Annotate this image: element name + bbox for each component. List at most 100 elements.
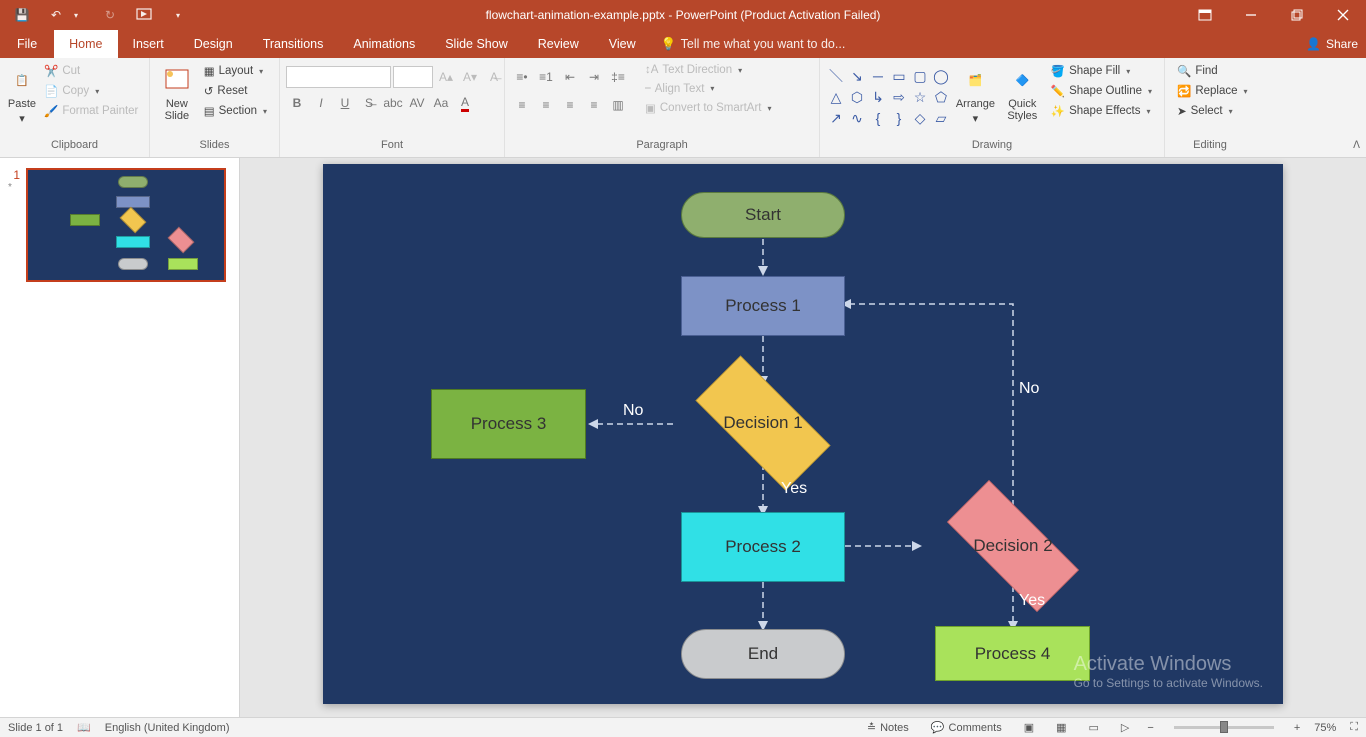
- save-icon[interactable]: 💾: [14, 7, 30, 23]
- flowchart-process-1[interactable]: Process 1: [681, 276, 845, 336]
- normal-view-icon[interactable]: ▣: [1020, 721, 1038, 734]
- arrange-button[interactable]: 🗂️ Arrange▾: [951, 60, 1000, 125]
- slide-canvas-area[interactable]: Start Process 1 Decision 1 Process 3 Pro…: [240, 158, 1366, 717]
- line-spacing-icon[interactable]: ‡≡: [607, 66, 629, 88]
- restore-button[interactable]: [1274, 0, 1320, 30]
- slide-sorter-view-icon[interactable]: ▦: [1052, 721, 1070, 734]
- qat-customize-icon[interactable]: ▾: [170, 7, 186, 23]
- reading-view-icon[interactable]: ▭: [1085, 721, 1103, 734]
- italic-icon[interactable]: I: [310, 92, 332, 114]
- align-text-button[interactable]: ⎯Align Text▾: [641, 80, 776, 97]
- flowchart-process-3[interactable]: Process 3: [431, 389, 586, 459]
- tab-slideshow[interactable]: Slide Show: [430, 30, 523, 58]
- undo-icon[interactable]: ↶: [48, 7, 64, 23]
- tab-home[interactable]: Home: [54, 30, 117, 58]
- zoom-slider[interactable]: [1174, 726, 1274, 729]
- group-label-font: Font: [286, 139, 498, 157]
- undo-more-icon[interactable]: ▾: [68, 7, 84, 23]
- tab-review[interactable]: Review: [523, 30, 594, 58]
- effects-icon: ✨: [1051, 104, 1065, 118]
- flowchart-start[interactable]: Start: [681, 192, 845, 238]
- zoom-slider-thumb[interactable]: [1220, 721, 1228, 733]
- slide[interactable]: Start Process 1 Decision 1 Process 3 Pro…: [323, 164, 1283, 704]
- align-right-icon[interactable]: ≡: [559, 94, 581, 116]
- share-button[interactable]: 👤 Share: [1306, 30, 1358, 58]
- grow-font-icon[interactable]: A▴: [435, 66, 457, 88]
- underline-icon[interactable]: U: [334, 92, 356, 114]
- find-button[interactable]: 🔍Find: [1173, 62, 1252, 80]
- watermark-line1: Activate Windows: [1074, 653, 1263, 676]
- tab-file[interactable]: File: [0, 30, 54, 58]
- process-1-label: Process 1: [725, 296, 801, 316]
- layout-button[interactable]: ▦Layout▾: [200, 62, 271, 80]
- font-name-combo[interactable]: [286, 66, 391, 88]
- thumbnail-item[interactable]: 1 *: [8, 168, 231, 282]
- flowchart-decision-1[interactable]: Decision 1: [673, 378, 853, 468]
- comments-button[interactable]: 💬Comments: [927, 721, 1006, 734]
- tab-design[interactable]: Design: [179, 30, 248, 58]
- fit-to-window-icon[interactable]: ⛶: [1350, 721, 1358, 734]
- flowchart-decision-2[interactable]: Decision 2: [923, 504, 1103, 588]
- notes-button[interactable]: ≛Notes: [863, 721, 913, 734]
- redo-icon[interactable]: ↻: [102, 7, 118, 23]
- bullets-icon[interactable]: ≡•: [511, 66, 533, 88]
- decrease-indent-icon[interactable]: ⇤: [559, 66, 581, 88]
- align-text-label: Align Text: [655, 83, 705, 95]
- shadow-icon[interactable]: abc: [382, 92, 404, 114]
- minimize-button[interactable]: [1228, 0, 1274, 30]
- close-button[interactable]: [1320, 0, 1366, 30]
- font-color-icon[interactable]: A: [454, 92, 476, 114]
- shape-outline-button[interactable]: ✏️Shape Outline▾: [1047, 82, 1156, 100]
- justify-icon[interactable]: ≡: [583, 94, 605, 116]
- change-case-icon[interactable]: Aa: [430, 92, 452, 114]
- select-button[interactable]: ➤Select▾: [1173, 102, 1252, 120]
- flowchart-end[interactable]: End: [681, 629, 845, 679]
- format-painter-button[interactable]: 🖌️Format Painter: [40, 102, 142, 120]
- quick-styles-button[interactable]: 🔷 Quick Styles: [1000, 60, 1045, 122]
- tab-view[interactable]: View: [594, 30, 651, 58]
- slide-indicator[interactable]: Slide 1 of 1: [8, 722, 63, 734]
- replace-button[interactable]: 🔁Replace▾: [1173, 82, 1252, 100]
- flowchart-process-2[interactable]: Process 2: [681, 512, 845, 582]
- spellcheck-icon[interactable]: 📖: [77, 721, 91, 734]
- font-size-combo[interactable]: [393, 66, 433, 88]
- slideshow-view-icon[interactable]: ▷: [1117, 721, 1133, 734]
- paste-button[interactable]: 📋 Paste ▾: [6, 60, 38, 125]
- cut-button[interactable]: ✂️Cut: [40, 62, 142, 80]
- tab-animations[interactable]: Animations: [338, 30, 430, 58]
- align-center-icon[interactable]: ≡: [535, 94, 557, 116]
- ribbon-display-options-button[interactable]: [1182, 0, 1228, 30]
- shape-fill-button[interactable]: 🪣Shape Fill▾: [1047, 62, 1156, 80]
- shapes-gallery[interactable]: ＼↘─▭▢◯ △⬡↳⇨☆⬠ ↗∿{}◇▱: [826, 66, 951, 128]
- copy-button[interactable]: 📄Copy▾: [40, 82, 142, 100]
- clear-formatting-icon[interactable]: A̶: [483, 66, 505, 88]
- align-left-icon[interactable]: ≡: [511, 94, 533, 116]
- convert-smartart-button[interactable]: ▣Convert to SmartArt▾: [641, 99, 776, 117]
- shape-effects-button[interactable]: ✨Shape Effects▾: [1047, 102, 1156, 120]
- zoom-in-icon[interactable]: +: [1294, 722, 1300, 734]
- language-indicator[interactable]: English (United Kingdom): [105, 722, 230, 734]
- increase-indent-icon[interactable]: ⇥: [583, 66, 605, 88]
- window-controls: [1182, 0, 1366, 30]
- bold-icon[interactable]: B: [286, 92, 308, 114]
- start-from-beginning-icon[interactable]: [136, 7, 152, 23]
- char-spacing-icon[interactable]: AV: [406, 92, 428, 114]
- text-direction-button[interactable]: ↕AText Direction▾: [641, 62, 776, 78]
- numbering-icon[interactable]: ≡1: [535, 66, 557, 88]
- zoom-level[interactable]: 75%: [1314, 722, 1336, 734]
- reset-button[interactable]: ↺Reset: [200, 82, 271, 100]
- zoom-out-icon[interactable]: −: [1147, 722, 1153, 734]
- tab-insert[interactable]: Insert: [118, 30, 179, 58]
- tell-me-search[interactable]: 💡 Tell me what you want to do...: [661, 30, 846, 58]
- tab-transitions[interactable]: Transitions: [248, 30, 339, 58]
- new-slide-button[interactable]: New Slide: [156, 60, 198, 122]
- collapse-ribbon-icon[interactable]: ᐱ: [1353, 140, 1360, 151]
- section-button[interactable]: ▤Section▾: [200, 102, 271, 120]
- find-label: Find: [1195, 65, 1217, 77]
- slide-thumbnails-panel[interactable]: 1 *: [0, 158, 240, 717]
- strikethrough-icon[interactable]: S̶: [358, 92, 380, 114]
- shrink-font-icon[interactable]: A▾: [459, 66, 481, 88]
- flowchart-process-4[interactable]: Process 4: [935, 626, 1090, 681]
- columns-icon[interactable]: ▥: [607, 94, 629, 116]
- thumbnail-preview[interactable]: [26, 168, 226, 282]
